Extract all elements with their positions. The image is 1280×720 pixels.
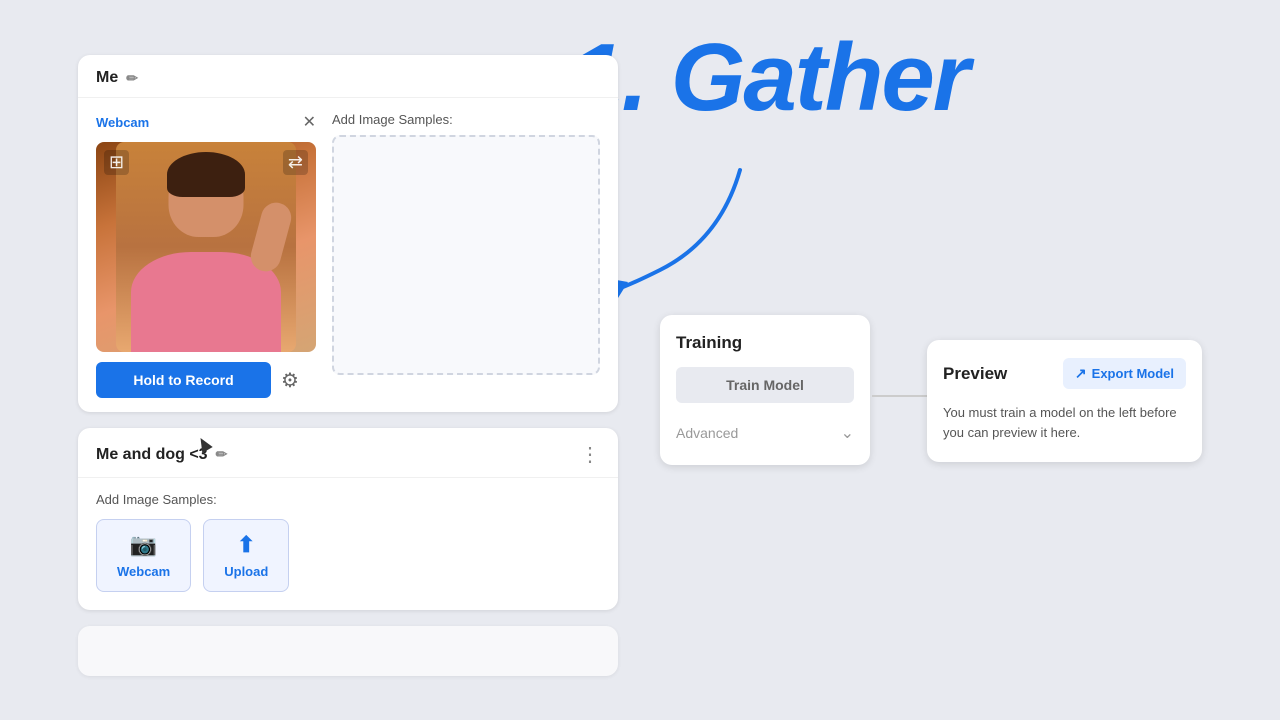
dog-card-body: Add Image Samples: 📷 Webcam ⬆ Upload xyxy=(78,478,618,610)
settings-icon[interactable]: ⚙ xyxy=(281,368,299,393)
flip-icon[interactable]: ⇄ xyxy=(283,150,308,175)
upload-btn-icon: ⬆ xyxy=(237,532,255,558)
advanced-label: Advanced xyxy=(676,425,738,441)
webcam-header-row: Webcam ✕ xyxy=(96,112,316,132)
webcam-close-icon[interactable]: ✕ xyxy=(303,112,316,132)
sample-buttons-row: 📷 Webcam ⬆ Upload xyxy=(96,519,600,592)
webcam-section: Webcam ✕ xyxy=(96,112,600,398)
me-title-text: Me xyxy=(96,69,118,87)
train-model-button[interactable]: Train Model xyxy=(676,367,854,403)
crop-icon[interactable]: ⊞ xyxy=(104,150,129,175)
preview-panel: Preview ↗ Export Model You must train a … xyxy=(927,340,1202,462)
preview-header: Preview ↗ Export Model xyxy=(943,358,1186,389)
training-title: Training xyxy=(676,333,854,353)
webcam-btn-label: Webcam xyxy=(117,564,170,579)
dog-add-samples-label: Add Image Samples: xyxy=(96,492,600,507)
webcam-btn-icon: 📷 xyxy=(130,532,157,558)
dog-title-text: Me and dog <3 xyxy=(96,446,208,464)
webcam-label: Webcam xyxy=(96,115,149,130)
preview-title: Preview xyxy=(943,364,1007,384)
export-model-button[interactable]: ↗ Export Model xyxy=(1063,358,1186,389)
me-edit-icon[interactable]: ✏ xyxy=(126,70,138,87)
connector-line xyxy=(872,395,927,397)
preview-description: You must train a model on the left befor… xyxy=(943,403,1186,442)
hold-to-record-button[interactable]: Hold to Record xyxy=(96,362,271,398)
webcam-sample-button[interactable]: 📷 Webcam xyxy=(96,519,191,592)
me-class-card: Me ✏ Webcam ✕ xyxy=(78,55,618,412)
dog-edit-icon[interactable]: ✏ xyxy=(216,446,228,463)
dog-card-header: Me and dog <3 ✏ ⋮ xyxy=(78,428,618,478)
add-samples-label: Add Image Samples: xyxy=(332,112,600,127)
samples-dotted-area xyxy=(332,135,600,375)
me-card-header: Me ✏ xyxy=(78,55,618,98)
export-icon: ↗ xyxy=(1075,365,1087,382)
dog-class-card: Me and dog <3 ✏ ⋮ Add Image Samples: 📷 W… xyxy=(78,428,618,610)
video-overlay-icons: ⊞ ⇄ xyxy=(96,150,316,175)
add-samples-area: Add Image Samples: xyxy=(332,112,600,375)
upload-sample-button[interactable]: ⬆ Upload xyxy=(203,519,289,592)
advanced-row[interactable]: Advanced ⌄ xyxy=(676,417,854,449)
me-card-title: Me ✏ xyxy=(96,69,138,87)
chevron-down-icon: ⌄ xyxy=(841,423,854,443)
upload-btn-label: Upload xyxy=(224,564,268,579)
dog-card-title: Me and dog <3 ✏ xyxy=(96,446,227,464)
gather-heading: 1. Gather xyxy=(570,30,968,126)
dog-more-icon[interactable]: ⋮ xyxy=(580,442,600,467)
third-class-card-partial xyxy=(78,626,618,676)
training-panel: Training Train Model Advanced ⌄ xyxy=(660,315,870,465)
webcam-video-preview: ⊞ ⇄ xyxy=(96,142,316,352)
me-card-body: Webcam ✕ xyxy=(78,98,618,412)
left-panels: Me ✏ Webcam ✕ xyxy=(78,55,618,676)
webcam-col: Webcam ✕ xyxy=(96,112,316,398)
export-btn-label: Export Model xyxy=(1092,366,1174,381)
hold-btn-row: Hold to Record ⚙ xyxy=(96,362,316,398)
